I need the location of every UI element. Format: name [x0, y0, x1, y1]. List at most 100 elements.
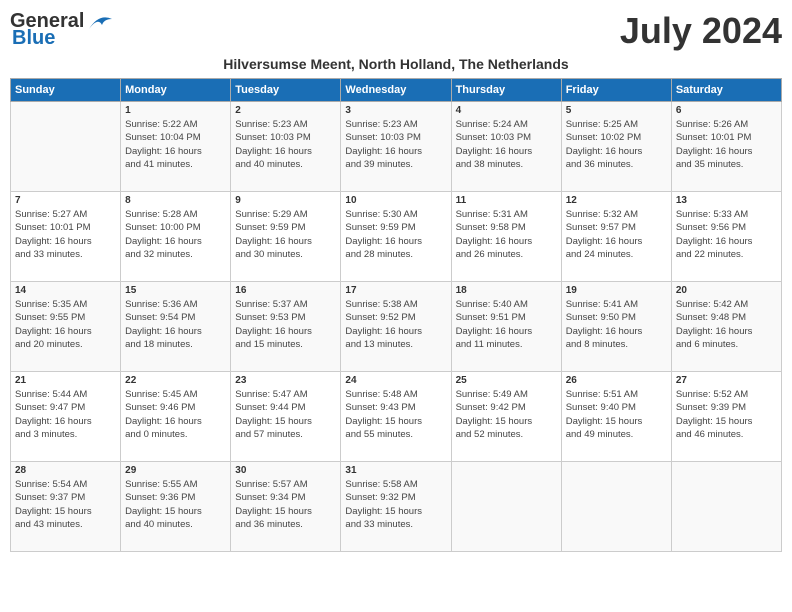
calendar-cell: 2Sunrise: 5:23 AMSunset: 10:03 PMDayligh…	[231, 102, 341, 192]
day-info-line: Sunrise: 5:45 AM	[125, 388, 226, 401]
day-info-line: Sunrise: 5:42 AM	[676, 298, 777, 311]
day-info-line: Daylight: 15 hours	[456, 415, 557, 428]
day-info-line: Sunset: 9:59 PM	[235, 221, 336, 234]
day-info-line: Daylight: 16 hours	[676, 235, 777, 248]
calendar-cell: 21Sunrise: 5:44 AMSunset: 9:47 PMDayligh…	[11, 372, 121, 462]
day-info: Sunrise: 5:22 AMSunset: 10:04 PMDaylight…	[125, 118, 226, 171]
logo-blue: Blue	[10, 27, 55, 50]
calendar-week-row: 7Sunrise: 5:27 AMSunset: 10:01 PMDayligh…	[11, 192, 782, 282]
day-number: 18	[456, 285, 557, 296]
day-info: Sunrise: 5:54 AMSunset: 9:37 PMDaylight:…	[15, 478, 116, 531]
day-info-line: Daylight: 15 hours	[345, 505, 446, 518]
day-info-line: Daylight: 16 hours	[125, 325, 226, 338]
day-info-line: and 30 minutes.	[235, 248, 336, 261]
day-info-line: Sunset: 10:01 PM	[15, 221, 116, 234]
day-info-line: Daylight: 16 hours	[15, 235, 116, 248]
calendar-cell: 11 Sunrise: 5:31 AMSunset: 9:58 PMDayligh…	[451, 192, 561, 282]
day-info-line: and 36 minutes.	[235, 518, 336, 531]
day-info-line: Sunset: 9:44 PM	[235, 401, 336, 414]
day-info-line: Daylight: 16 hours	[456, 325, 557, 338]
day-info-line: and 26 minutes.	[456, 248, 557, 261]
day-number: 14	[15, 285, 116, 296]
day-header-monday: Monday	[121, 79, 231, 102]
day-info: Sunrise: 5:41 AMSunset: 9:50 PMDaylight:…	[566, 298, 667, 351]
day-info: Sunrise: 5:45 AMSunset: 9:46 PMDaylight:…	[125, 388, 226, 441]
day-info-line: Sunrise: 5:29 AM	[235, 208, 336, 221]
day-info: Sunrise: 5:47 AMSunset: 9:44 PMDaylight:…	[235, 388, 336, 441]
day-info-line: Sunrise: 5:47 AM	[235, 388, 336, 401]
logo-bird-icon	[84, 11, 114, 33]
day-info-line: and 33 minutes.	[345, 518, 446, 531]
calendar-cell: 20Sunrise: 5:42 AMSunset: 9:48 PMDayligh…	[671, 282, 781, 372]
day-number: 11	[456, 195, 557, 206]
day-header-thursday: Thursday	[451, 79, 561, 102]
day-number: 26	[566, 375, 667, 386]
day-info-line: Daylight: 15 hours	[566, 415, 667, 428]
day-info: Sunrise: 5:35 AMSunset: 9:55 PMDaylight:…	[15, 298, 116, 351]
day-info-line: Sunrise: 5:40 AM	[456, 298, 557, 311]
day-info-line: Sunrise: 5:35 AM	[15, 298, 116, 311]
day-info: Sunrise: 5:57 AMSunset: 9:34 PMDaylight:…	[235, 478, 336, 531]
day-info-line: and 52 minutes.	[456, 428, 557, 441]
day-info-line: Sunrise: 5:22 AM	[125, 118, 226, 131]
calendar-cell: 16Sunrise: 5:37 AMSunset: 9:53 PMDayligh…	[231, 282, 341, 372]
day-info-line: Daylight: 16 hours	[676, 145, 777, 158]
day-info-line: Daylight: 16 hours	[235, 145, 336, 158]
day-info-line: Sunset: 9:32 PM	[345, 491, 446, 504]
day-info-line: Sunrise: 5:28 AM	[125, 208, 226, 221]
day-number: 10	[345, 195, 446, 206]
day-info-line: Sunrise: 5:37 AM	[235, 298, 336, 311]
day-info-line: and 13 minutes.	[345, 338, 446, 351]
day-info-line: Daylight: 16 hours	[345, 145, 446, 158]
day-header-saturday: Saturday	[671, 79, 781, 102]
calendar-week-row: 21Sunrise: 5:44 AMSunset: 9:47 PMDayligh…	[11, 372, 782, 462]
calendar-cell: 12Sunrise: 5:32 AMSunset: 9:57 PMDayligh…	[561, 192, 671, 282]
day-info-line: and 3 minutes.	[15, 428, 116, 441]
calendar-cell: 26Sunrise: 5:51 AMSunset: 9:40 PMDayligh…	[561, 372, 671, 462]
day-info-line: Sunset: 9:43 PM	[345, 401, 446, 414]
day-info-line: Sunrise: 5:49 AM	[456, 388, 557, 401]
day-info-line: Sunrise: 5:33 AM	[676, 208, 777, 221]
day-info-line: and 24 minutes.	[566, 248, 667, 261]
day-header-friday: Friday	[561, 79, 671, 102]
day-info-line: Sunrise: 5:26 AM	[676, 118, 777, 131]
day-info: Sunrise: 5:31 AMSunset: 9:58 PMDaylight:…	[456, 208, 557, 261]
calendar-cell: 8Sunrise: 5:28 AMSunset: 10:00 PMDayligh…	[121, 192, 231, 282]
day-info-line: Sunset: 10:03 PM	[456, 131, 557, 144]
day-info-line: Sunrise: 5:41 AM	[566, 298, 667, 311]
day-info-line: Daylight: 16 hours	[15, 415, 116, 428]
day-info-line: Sunrise: 5:57 AM	[235, 478, 336, 491]
day-info-line: and 6 minutes.	[676, 338, 777, 351]
day-info-line: and 11 minutes.	[456, 338, 557, 351]
day-info-line: Sunset: 9:50 PM	[566, 311, 667, 324]
month-year-title: July 2024	[620, 10, 782, 52]
day-info-line: Sunrise: 5:31 AM	[456, 208, 557, 221]
day-number: 3	[345, 105, 446, 116]
day-number: 6	[676, 105, 777, 116]
day-number: 4	[456, 105, 557, 116]
calendar-cell: 4Sunrise: 5:24 AMSunset: 10:03 PMDayligh…	[451, 102, 561, 192]
day-info-line: and 38 minutes.	[456, 158, 557, 171]
day-number: 9	[235, 195, 336, 206]
day-info-line: Daylight: 16 hours	[566, 235, 667, 248]
day-number: 24	[345, 375, 446, 386]
calendar-cell: 9 Sunrise: 5:29 AMSunset: 9:59 PMDaylight…	[231, 192, 341, 282]
calendar-table: SundayMondayTuesdayWednesdayThursdayFrid…	[10, 78, 782, 552]
day-info-line: and 46 minutes.	[676, 428, 777, 441]
calendar-cell: 19Sunrise: 5:41 AMSunset: 9:50 PMDayligh…	[561, 282, 671, 372]
day-info: Sunrise: 5:37 AMSunset: 9:53 PMDaylight:…	[235, 298, 336, 351]
day-info-line: Sunset: 10:03 PM	[345, 131, 446, 144]
day-info-line: and 43 minutes.	[15, 518, 116, 531]
day-info-line: Daylight: 16 hours	[566, 325, 667, 338]
day-info-line: Daylight: 16 hours	[125, 415, 226, 428]
day-info-line: Sunset: 9:57 PM	[566, 221, 667, 234]
day-number: 30	[235, 465, 336, 476]
day-info-line: Sunset: 9:39 PM	[676, 401, 777, 414]
day-info-line: Daylight: 15 hours	[15, 505, 116, 518]
day-info: Sunrise: 5:49 AMSunset: 9:42 PMDaylight:…	[456, 388, 557, 441]
day-number: 28	[15, 465, 116, 476]
day-header-sunday: Sunday	[11, 79, 121, 102]
day-info-line: Daylight: 16 hours	[456, 145, 557, 158]
day-info: Sunrise: 5:28 AMSunset: 10:00 PMDaylight…	[125, 208, 226, 261]
day-info-line: Daylight: 16 hours	[235, 235, 336, 248]
